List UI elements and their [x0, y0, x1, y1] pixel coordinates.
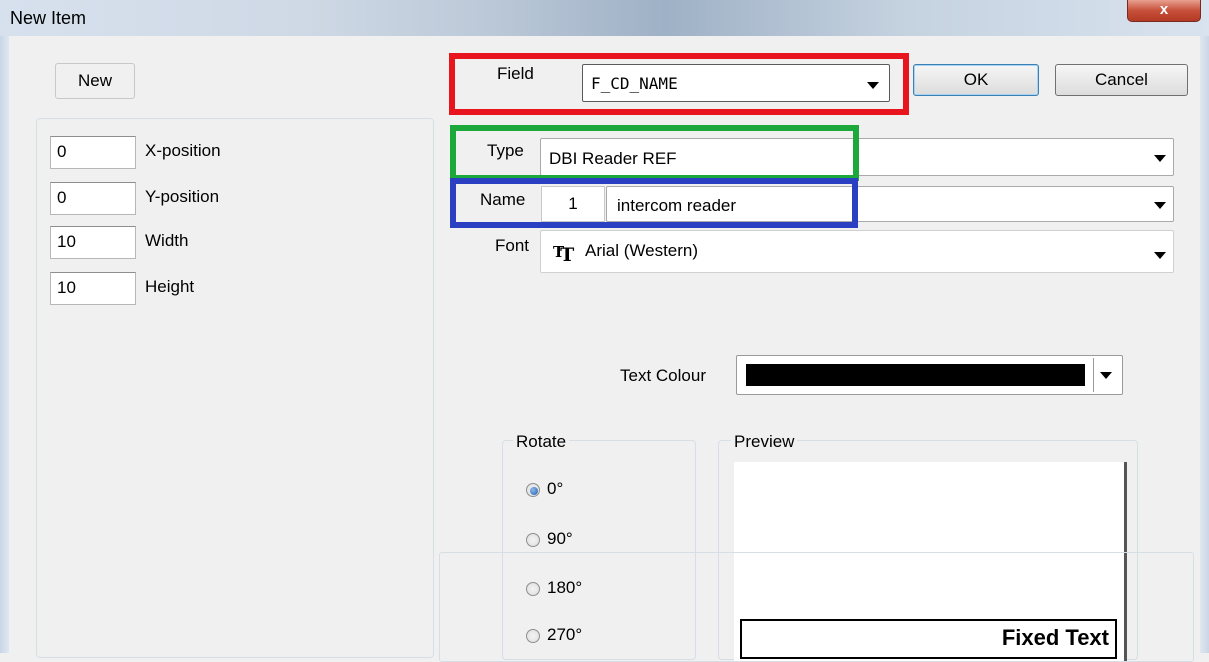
window-frame-right [1200, 36, 1209, 653]
new-button[interactable]: New [55, 63, 135, 99]
rotate-0-radio[interactable] [526, 483, 540, 497]
font-label: Font [495, 236, 530, 255]
font-combobox[interactable]: TT Arial (Western) [540, 230, 1174, 273]
rotate-0-label[interactable]: 0° [547, 479, 563, 499]
cancel-button[interactable]: Cancel [1055, 64, 1188, 96]
height-input[interactable]: 10 [50, 272, 136, 305]
height-label: Height [145, 277, 195, 296]
x-position-input[interactable]: 0 [50, 136, 136, 169]
text-colour-label: Text Colour [620, 366, 706, 385]
close-button[interactable]: x [1127, 0, 1201, 22]
name-highlight-box [450, 178, 858, 228]
chevron-down-icon [1154, 252, 1166, 259]
y-position-label: Y-position [145, 187, 220, 206]
rotate-group-label: Rotate [513, 432, 570, 452]
chevron-down-icon [1100, 372, 1112, 379]
text-colour-picker[interactable] [736, 355, 1123, 395]
width-label: Width [145, 231, 189, 250]
chevron-down-icon [1154, 155, 1166, 162]
width-input[interactable]: 10 [50, 226, 136, 259]
rotate-90-label[interactable]: 90° [547, 529, 573, 549]
y-position-input[interactable]: 0 [50, 182, 136, 215]
font-combobox-value: Arial (Western) [585, 241, 699, 260]
type-highlight-box [450, 125, 859, 181]
truetype-font-icon: TT [553, 243, 574, 266]
window-frame-left [0, 36, 9, 653]
chevron-down-icon [1154, 202, 1166, 209]
overlay-panel-outline [439, 552, 1194, 662]
colour-swatch [746, 364, 1085, 386]
x-position-label: X-position [145, 141, 221, 160]
preview-group-label: Preview [731, 432, 798, 452]
rotate-90-radio[interactable] [526, 533, 540, 547]
field-highlight-box [449, 53, 909, 115]
ok-button[interactable]: OK [913, 64, 1039, 96]
window-title: New Item [10, 8, 87, 28]
colour-dropdown-divider [1093, 358, 1094, 392]
title-bar [0, 0, 1209, 36]
